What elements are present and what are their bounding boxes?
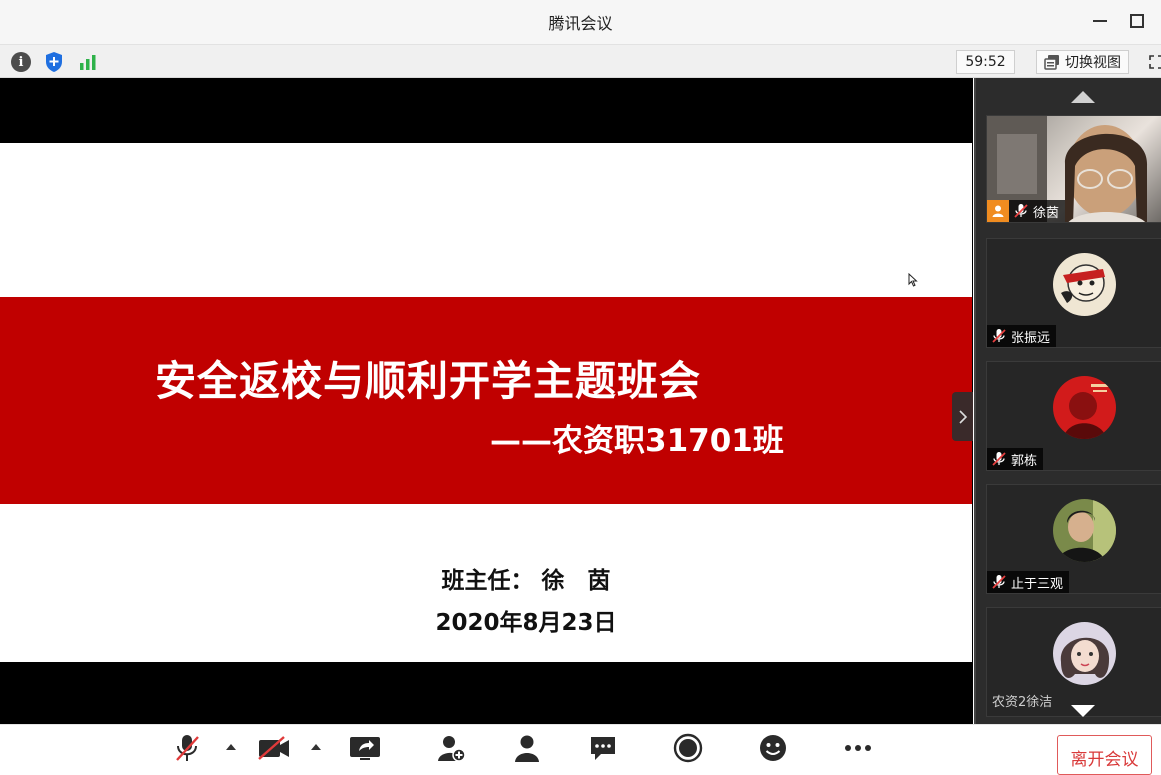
chat-button[interactable]	[588, 733, 618, 763]
participant-tile[interactable]: 止于三观	[986, 484, 1161, 594]
mute-button[interactable]	[172, 733, 202, 763]
switch-view-button[interactable]: 切换视图	[1036, 50, 1129, 74]
info-icon[interactable]: i	[10, 51, 32, 73]
leave-meeting-button[interactable]: 离开会议	[1057, 735, 1152, 775]
participants-icon	[515, 735, 539, 762]
avatar	[1053, 622, 1116, 685]
share-screen-button[interactable]	[348, 733, 382, 763]
invite-icon	[438, 736, 466, 762]
more-icon	[845, 745, 871, 751]
fullscreen-icon[interactable]	[1149, 55, 1161, 69]
title-bar: 腾讯会议	[0, 0, 1161, 44]
mic-muted-icon	[1014, 204, 1028, 218]
chevron-right-icon	[958, 409, 967, 424]
participant-name-tag: 徐茵	[987, 200, 1066, 222]
avatar	[1053, 499, 1116, 562]
scroll-up-icon[interactable]	[1071, 91, 1095, 103]
participant-name-tag: 张振远	[987, 325, 1057, 347]
record-icon	[673, 733, 703, 763]
avatar	[1053, 376, 1116, 439]
participant-name-tag: 郭栋	[987, 448, 1044, 470]
host-badge-icon	[987, 200, 1009, 222]
mouse-cursor-icon	[908, 273, 918, 287]
signal-icon[interactable]	[77, 51, 99, 73]
video-options-caret[interactable]	[311, 744, 321, 750]
participant-name: 郭栋	[1011, 453, 1038, 469]
video-button[interactable]	[257, 733, 291, 763]
invite-button[interactable]	[436, 733, 466, 763]
mic-muted-icon	[992, 452, 1006, 466]
mic-muted-icon	[992, 575, 1006, 589]
participant-tile[interactable]: 郭栋	[986, 361, 1161, 471]
reaction-button[interactable]	[758, 733, 788, 763]
slide-date: 2020年8月23日	[435, 610, 617, 636]
record-button[interactable]	[673, 733, 703, 763]
slide-title-band: 安全返校与顺利开学主题班会 ——农资职31701班	[0, 297, 972, 504]
avatar	[1053, 253, 1116, 316]
switch-view-icon	[1044, 55, 1059, 70]
shared-screen: 安全返校与顺利开学主题班会 ——农资职31701班 班主任： 徐 茵 2020年…	[0, 78, 973, 724]
slide-title: 安全返校与顺利开学主题班会	[155, 357, 701, 405]
participant-name: 农资2徐洁	[992, 695, 1053, 710]
collapse-sidebar-button[interactable]	[952, 392, 973, 441]
share-screen-icon	[350, 737, 380, 760]
participant-tile[interactable]: 农资2徐洁	[986, 607, 1161, 717]
minimize-button[interactable]	[1089, 10, 1111, 32]
more-button[interactable]	[843, 733, 873, 763]
participant-name: 止于三观	[1011, 576, 1064, 592]
meeting-timer: 59:52	[956, 50, 1015, 74]
participants-button[interactable]	[512, 733, 542, 763]
chat-icon	[591, 737, 615, 760]
shield-icon[interactable]	[43, 51, 65, 73]
slide-teacher: 班主任： 徐 茵	[441, 568, 611, 594]
control-bar: 离开会议	[0, 724, 1161, 775]
slide-subtitle: ——农资职31701班	[490, 423, 784, 459]
participant-tile[interactable]: 徐茵	[986, 115, 1161, 223]
reaction-icon	[760, 735, 786, 761]
participant-name-tag: 止于三观	[987, 571, 1070, 593]
participant-name: 徐茵	[1033, 205, 1060, 221]
participant-name: 张振远	[1011, 330, 1051, 346]
window-title: 腾讯会议	[548, 14, 613, 33]
maximize-button[interactable]	[1126, 10, 1148, 32]
meeting-toolbar: i 59:52 切换视图	[0, 44, 1161, 78]
participant-panel: 徐茵 张振远 郭栋 止于三观 农资2徐洁	[974, 78, 1161, 724]
mic-options-caret[interactable]	[226, 744, 236, 750]
switch-view-label: 切换视图	[1065, 55, 1121, 71]
mic-muted-icon	[176, 735, 199, 761]
scroll-down-icon[interactable]	[1071, 705, 1095, 717]
slide: 安全返校与顺利开学主题班会 ——农资职31701班 班主任： 徐 茵 2020年…	[0, 143, 972, 662]
mic-muted-icon	[992, 329, 1006, 343]
camera-off-icon	[258, 736, 289, 760]
participant-tile[interactable]: 张振远	[986, 238, 1161, 348]
